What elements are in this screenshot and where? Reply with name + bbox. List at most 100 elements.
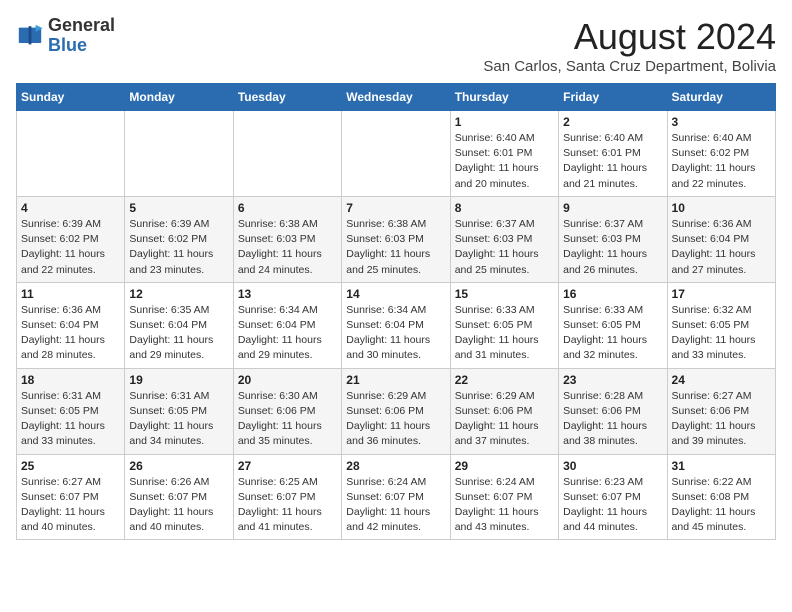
day-info: Sunrise: 6:33 AMSunset: 6:05 PMDaylight:… bbox=[455, 303, 554, 364]
calendar-header-row: SundayMondayTuesdayWednesdayThursdayFrid… bbox=[17, 84, 776, 111]
calendar-week-row: 25 Sunrise: 6:27 AMSunset: 6:07 PMDayligh… bbox=[17, 454, 776, 540]
day-info: Sunrise: 6:28 AMSunset: 6:06 PMDaylight:… bbox=[563, 389, 662, 450]
day-info: Sunrise: 6:24 AMSunset: 6:07 PMDaylight:… bbox=[455, 475, 554, 536]
day-number: 22 bbox=[455, 373, 554, 387]
day-info: Sunrise: 6:40 AMSunset: 6:02 PMDaylight:… bbox=[672, 131, 771, 192]
calendar-cell: 26 Sunrise: 6:26 AMSunset: 6:07 PMDayligh… bbox=[125, 454, 233, 540]
day-number: 25 bbox=[21, 459, 120, 473]
logo-text: General Blue bbox=[48, 16, 115, 56]
calendar-cell: 25 Sunrise: 6:27 AMSunset: 6:07 PMDayligh… bbox=[17, 454, 125, 540]
day-info: Sunrise: 6:33 AMSunset: 6:05 PMDaylight:… bbox=[563, 303, 662, 364]
day-number: 29 bbox=[455, 459, 554, 473]
calendar-cell bbox=[233, 111, 341, 197]
calendar-cell: 9 Sunrise: 6:37 AMSunset: 6:03 PMDaylight… bbox=[559, 196, 667, 282]
calendar-cell: 8 Sunrise: 6:37 AMSunset: 6:03 PMDaylight… bbox=[450, 196, 558, 282]
calendar-cell: 27 Sunrise: 6:25 AMSunset: 6:07 PMDayligh… bbox=[233, 454, 341, 540]
calendar-cell: 2 Sunrise: 6:40 AMSunset: 6:01 PMDaylight… bbox=[559, 111, 667, 197]
day-number: 11 bbox=[21, 287, 120, 301]
day-info: Sunrise: 6:30 AMSunset: 6:06 PMDaylight:… bbox=[238, 389, 337, 450]
calendar-week-row: 4Sunrise: 6:39 AMSunset: 6:02 PMDaylight… bbox=[17, 196, 776, 282]
calendar-cell: 4Sunrise: 6:39 AMSunset: 6:02 PMDaylight… bbox=[17, 196, 125, 282]
calendar-week-row: 11 Sunrise: 6:36 AMSunset: 6:04 PMDayligh… bbox=[17, 282, 776, 368]
calendar-cell: 18 Sunrise: 6:31 AMSunset: 6:05 PMDayligh… bbox=[17, 368, 125, 454]
calendar-cell: 17Sunrise: 6:32 AMSunset: 6:05 PMDayligh… bbox=[667, 282, 775, 368]
month-year-title: August 2024 bbox=[483, 16, 776, 58]
day-number: 24 bbox=[672, 373, 771, 387]
calendar-week-row: 18 Sunrise: 6:31 AMSunset: 6:05 PMDayligh… bbox=[17, 368, 776, 454]
page-header: General Blue August 2024 San Carlos, San… bbox=[16, 16, 776, 75]
day-number: 1 bbox=[455, 115, 554, 129]
calendar-cell: 13Sunrise: 6:34 AMSunset: 6:04 PMDayligh… bbox=[233, 282, 341, 368]
calendar-cell: 3 Sunrise: 6:40 AMSunset: 6:02 PMDaylight… bbox=[667, 111, 775, 197]
calendar-cell: 12 Sunrise: 6:35 AMSunset: 6:04 PMDayligh… bbox=[125, 282, 233, 368]
day-number: 14 bbox=[346, 287, 445, 301]
day-number: 13 bbox=[238, 287, 337, 301]
day-info: Sunrise: 6:25 AMSunset: 6:07 PMDaylight:… bbox=[238, 475, 337, 536]
day-number: 12 bbox=[129, 287, 228, 301]
day-number: 15 bbox=[455, 287, 554, 301]
calendar-cell: 22 Sunrise: 6:29 AMSunset: 6:06 PMDayligh… bbox=[450, 368, 558, 454]
calendar-day-header: Friday bbox=[559, 84, 667, 111]
calendar-day-header: Thursday bbox=[450, 84, 558, 111]
day-number: 19 bbox=[129, 373, 228, 387]
day-number: 30 bbox=[563, 459, 662, 473]
title-block: August 2024 San Carlos, Santa Cruz Depar… bbox=[483, 16, 776, 75]
day-info: Sunrise: 6:34 AMSunset: 6:04 PMDaylight:… bbox=[346, 303, 445, 364]
calendar-day-header: Tuesday bbox=[233, 84, 341, 111]
logo-blue-text: Blue bbox=[48, 35, 87, 55]
day-info: Sunrise: 6:26 AMSunset: 6:07 PMDaylight:… bbox=[129, 475, 228, 536]
day-number: 23 bbox=[563, 373, 662, 387]
calendar-cell: 1Sunrise: 6:40 AMSunset: 6:01 PMDaylight… bbox=[450, 111, 558, 197]
day-number: 16 bbox=[563, 287, 662, 301]
calendar-cell: 20 Sunrise: 6:30 AMSunset: 6:06 PMDayligh… bbox=[233, 368, 341, 454]
day-info: Sunrise: 6:32 AMSunset: 6:05 PMDaylight:… bbox=[672, 303, 771, 364]
day-number: 28 bbox=[346, 459, 445, 473]
calendar-cell: 24 Sunrise: 6:27 AMSunset: 6:06 PMDayligh… bbox=[667, 368, 775, 454]
day-number: 4 bbox=[21, 201, 120, 215]
day-info: Sunrise: 6:38 AMSunset: 6:03 PMDaylight:… bbox=[346, 217, 445, 278]
day-number: 2 bbox=[563, 115, 662, 129]
day-number: 5 bbox=[129, 201, 228, 215]
calendar-day-header: Wednesday bbox=[342, 84, 450, 111]
day-info: Sunrise: 6:37 AMSunset: 6:03 PMDaylight:… bbox=[455, 217, 554, 278]
day-number: 21 bbox=[346, 373, 445, 387]
day-number: 27 bbox=[238, 459, 337, 473]
day-info: Sunrise: 6:35 AMSunset: 6:04 PMDaylight:… bbox=[129, 303, 228, 364]
day-info: Sunrise: 6:24 AMSunset: 6:07 PMDaylight:… bbox=[346, 475, 445, 536]
day-number: 6 bbox=[238, 201, 337, 215]
day-info: Sunrise: 6:29 AMSunset: 6:06 PMDaylight:… bbox=[346, 389, 445, 450]
calendar-day-header: Sunday bbox=[17, 84, 125, 111]
calendar-cell: 7 Sunrise: 6:38 AMSunset: 6:03 PMDaylight… bbox=[342, 196, 450, 282]
day-info: Sunrise: 6:40 AMSunset: 6:01 PMDaylight:… bbox=[563, 131, 662, 192]
day-number: 26 bbox=[129, 459, 228, 473]
calendar-cell bbox=[342, 111, 450, 197]
day-info: Sunrise: 6:37 AMSunset: 6:03 PMDaylight:… bbox=[563, 217, 662, 278]
calendar-cell: 5Sunrise: 6:39 AMSunset: 6:02 PMDaylight… bbox=[125, 196, 233, 282]
day-number: 9 bbox=[563, 201, 662, 215]
day-info: Sunrise: 6:38 AMSunset: 6:03 PMDaylight:… bbox=[238, 217, 337, 278]
day-info: Sunrise: 6:27 AMSunset: 6:07 PMDaylight:… bbox=[21, 475, 120, 536]
logo-general-text: General bbox=[48, 15, 115, 35]
calendar-cell: 15 Sunrise: 6:33 AMSunset: 6:05 PMDayligh… bbox=[450, 282, 558, 368]
calendar-table: SundayMondayTuesdayWednesdayThursdayFrid… bbox=[16, 83, 776, 540]
day-number: 20 bbox=[238, 373, 337, 387]
calendar-cell: 14 Sunrise: 6:34 AMSunset: 6:04 PMDayligh… bbox=[342, 282, 450, 368]
day-number: 8 bbox=[455, 201, 554, 215]
calendar-cell: 31Sunrise: 6:22 AMSunset: 6:08 PMDayligh… bbox=[667, 454, 775, 540]
day-number: 3 bbox=[672, 115, 771, 129]
day-number: 18 bbox=[21, 373, 120, 387]
calendar-day-header: Monday bbox=[125, 84, 233, 111]
day-info: Sunrise: 6:22 AMSunset: 6:08 PMDaylight:… bbox=[672, 475, 771, 536]
calendar-day-header: Saturday bbox=[667, 84, 775, 111]
day-info: Sunrise: 6:29 AMSunset: 6:06 PMDaylight:… bbox=[455, 389, 554, 450]
day-info: Sunrise: 6:31 AMSunset: 6:05 PMDaylight:… bbox=[21, 389, 120, 450]
day-info: Sunrise: 6:23 AMSunset: 6:07 PMDaylight:… bbox=[563, 475, 662, 536]
day-number: 7 bbox=[346, 201, 445, 215]
calendar-cell: 19Sunrise: 6:31 AMSunset: 6:05 PMDayligh… bbox=[125, 368, 233, 454]
location-subtitle: San Carlos, Santa Cruz Department, Boliv… bbox=[483, 58, 776, 75]
logo-icon bbox=[16, 22, 44, 50]
calendar-week-row: 1 Sunrise: 6:40 AMSunset: 6:01 PMDaylight… bbox=[17, 111, 776, 197]
calendar-cell: 30 Sunrise: 6:23 AMSunset: 6:07 PMDayligh… bbox=[559, 454, 667, 540]
day-info: Sunrise: 6:36 AMSunset: 6:04 PMDaylight:… bbox=[21, 303, 120, 364]
day-info: Sunrise: 6:27 AMSunset: 6:06 PMDaylight:… bbox=[672, 389, 771, 450]
